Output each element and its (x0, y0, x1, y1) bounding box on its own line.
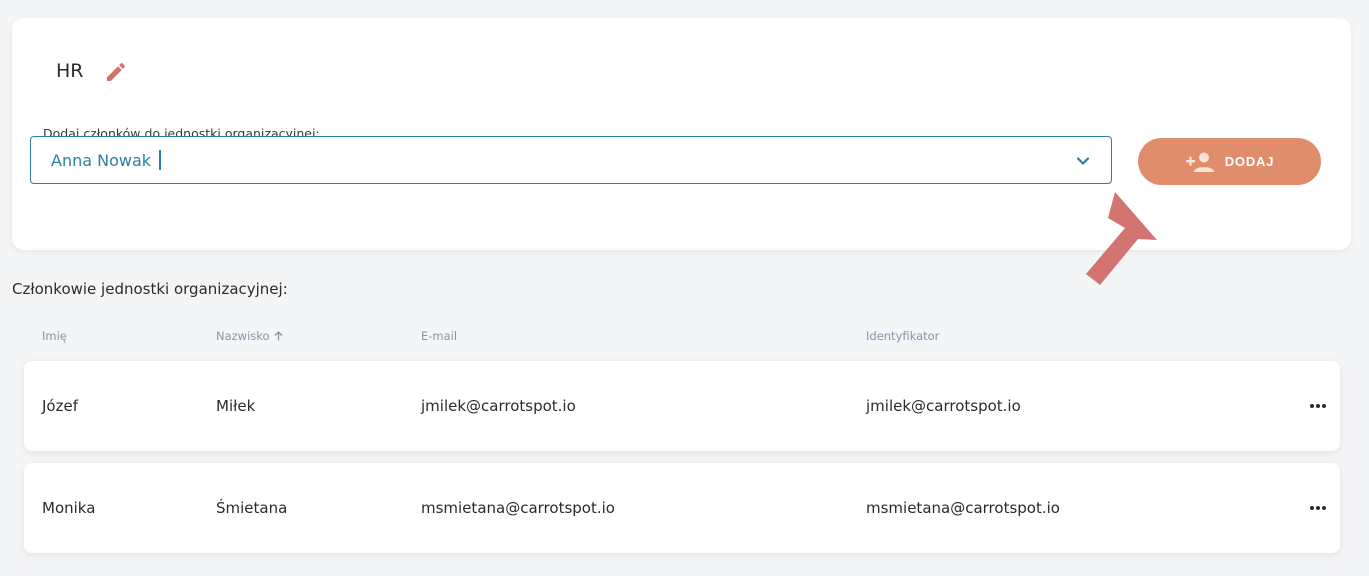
table-row[interactable]: Józef Miłek jmilek@carrotspot.io jmilek@… (24, 361, 1340, 451)
more-horizontal-icon[interactable] (1308, 397, 1328, 415)
member-select-input[interactable]: Anna Nowak (30, 136, 1112, 184)
add-person-icon (1185, 152, 1214, 172)
cell-email: jmilek@carrotspot.io (421, 397, 576, 415)
chevron-down-icon[interactable] (1075, 153, 1091, 169)
add-member-button[interactable]: DODAJ (1138, 138, 1321, 185)
arrow-up-icon[interactable] (274, 331, 283, 341)
table-row[interactable]: Monika Śmietana msmietana@carrotspot.io … (24, 463, 1340, 553)
annotation-arrow (1086, 192, 1157, 285)
column-header-identifier[interactable]: Identyfikator (866, 329, 939, 343)
cell-first-name: Józef (42, 397, 78, 415)
member-select-value: Anna Nowak (51, 150, 162, 170)
cell-first-name: Monika (42, 499, 96, 517)
cell-identifier: jmilek@carrotspot.io (866, 397, 1021, 415)
cell-last-name: Śmietana (216, 499, 288, 517)
text-caret (159, 150, 162, 170)
pencil-icon[interactable] (104, 60, 128, 84)
members-heading: Członkowie jednostki organizacyjnej: (12, 280, 288, 298)
cell-identifier: msmietana@carrotspot.io (866, 499, 1060, 517)
add-member-button-label: DODAJ (1224, 154, 1275, 169)
column-header-email[interactable]: E-mail (421, 329, 457, 343)
cell-email: msmietana@carrotspot.io (421, 499, 615, 517)
column-header-last-name[interactable]: Nazwisko (216, 329, 283, 343)
column-header-last-name-label: Nazwisko (216, 329, 270, 343)
column-header-first-name[interactable]: Imię (42, 329, 67, 343)
page: HR Dodaj członków do jednostki organizac… (0, 0, 1369, 576)
selected-value-text: Anna Nowak (51, 151, 152, 170)
more-horizontal-icon[interactable] (1308, 499, 1328, 517)
unit-title: HR (56, 60, 84, 82)
cell-last-name: Miłek (216, 397, 256, 415)
